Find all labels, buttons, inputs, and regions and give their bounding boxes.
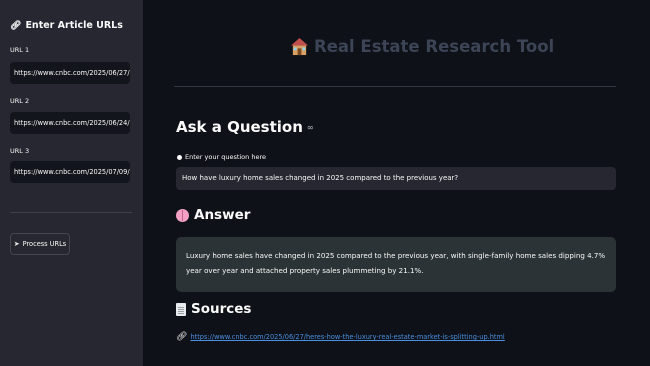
sources-heading-text: Sources bbox=[191, 301, 252, 317]
answer-box: Luxury home sales have changed in 2025 c… bbox=[176, 237, 616, 292]
url-1-input[interactable]: https://www.cnbc.com/2025/06/27/here bbox=[10, 62, 130, 84]
main-content: Real Estate Research Tool Ask a Question… bbox=[143, 0, 650, 366]
document-icon bbox=[176, 302, 186, 316]
url-1-label: URL 1 bbox=[10, 46, 30, 54]
anchor-link-icon[interactable]: ∞ bbox=[307, 123, 314, 132]
sidebar: 🔗︎ Enter Article URLs URL 1 https://www.… bbox=[0, 0, 143, 366]
url-2-label: URL 2 bbox=[10, 97, 30, 105]
question-label: Enter your question here bbox=[177, 153, 266, 161]
question-input[interactable]: How have luxury home sales changed in 20… bbox=[176, 167, 616, 190]
url-3-label: URL 3 bbox=[10, 147, 30, 155]
brain-icon bbox=[176, 208, 189, 222]
ask-heading: Ask a Question ∞ bbox=[176, 118, 314, 136]
sidebar-title: 🔗︎ Enter Article URLs bbox=[10, 20, 123, 31]
source-item: 🔗︎ https://www.cnbc.com/2025/06/27/heres… bbox=[176, 332, 505, 342]
rocket-icon: ➤ bbox=[13, 240, 20, 248]
answer-heading-text: Answer bbox=[194, 207, 251, 223]
page-title-text: Real Estate Research Tool bbox=[314, 37, 555, 56]
link-icon: 🔗︎ bbox=[10, 20, 22, 31]
sidebar-divider bbox=[10, 212, 132, 213]
process-urls-button[interactable]: ➤ Process URLs bbox=[10, 233, 70, 255]
url-2-input[interactable]: https://www.cnbc.com/2025/06/24/hom bbox=[10, 112, 130, 134]
ask-heading-text: Ask a Question bbox=[176, 118, 303, 136]
sources-heading: Sources bbox=[176, 301, 251, 317]
answer-heading: Answer bbox=[176, 207, 250, 223]
page-title: Real Estate Research Tool bbox=[290, 37, 554, 56]
source-link[interactable]: https://www.cnbc.com/2025/06/27/heres-ho… bbox=[190, 333, 504, 341]
question-label-text: Enter your question here bbox=[185, 153, 266, 161]
bullet-icon bbox=[177, 154, 182, 160]
process-urls-label: Process URLs bbox=[22, 240, 67, 248]
link-icon: 🔗︎ bbox=[176, 332, 188, 342]
house-icon bbox=[290, 37, 309, 56]
sidebar-title-text: Enter Article URLs bbox=[25, 20, 123, 31]
title-divider bbox=[174, 86, 616, 87]
url-3-input[interactable]: https://www.cnbc.com/2025/07/09/hom bbox=[10, 161, 130, 183]
